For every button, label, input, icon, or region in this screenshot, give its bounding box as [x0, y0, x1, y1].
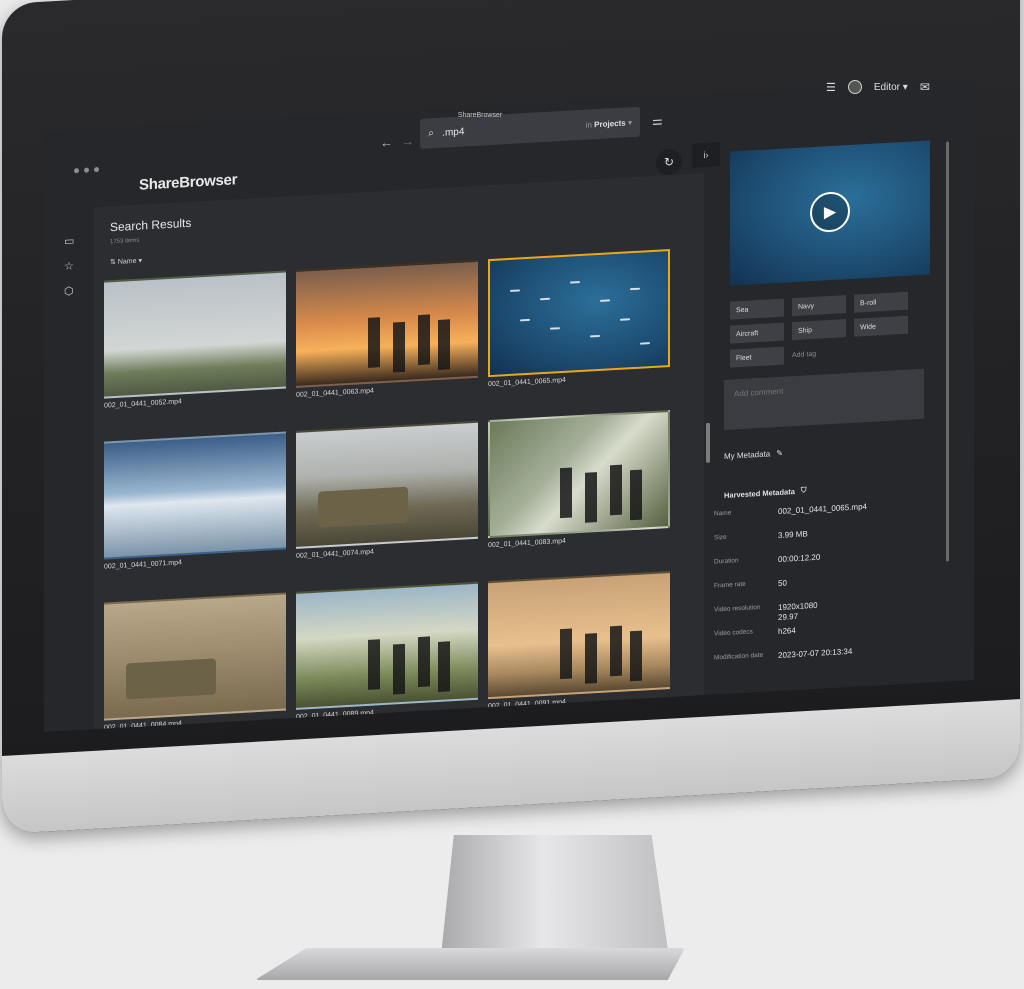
result-card[interactable]: 002_01_0441_0083.mp4: [488, 410, 670, 549]
tag-chip[interactable]: Wide: [854, 315, 908, 337]
tag-chip[interactable]: Navy: [792, 295, 846, 317]
list-view-icon[interactable]: ☰: [826, 81, 836, 94]
video-thumbnail[interactable]: [488, 410, 670, 539]
video-thumbnail[interactable]: [296, 581, 478, 710]
sort-label: Name: [117, 257, 137, 266]
my-metadata-header: My Metadata ✎: [724, 449, 783, 461]
result-card[interactable]: 002_01_0441_0065.mp4: [488, 249, 670, 388]
harvested-metadata-label: Harvested Metadata: [724, 486, 795, 500]
results-scrollbar[interactable]: [706, 422, 710, 463]
metadata-table: Name 002_01_0441_0065.mp4 Size 3.99 MB Durat…: [714, 499, 924, 679]
avatar[interactable]: [847, 80, 862, 94]
video-thumbnail[interactable]: [296, 420, 478, 549]
monitor-stand-neck: [440, 835, 670, 965]
refresh-button[interactable]: ↻: [656, 148, 682, 176]
tag-chip[interactable]: B-roll: [854, 291, 908, 313]
scope-label: Projects: [594, 117, 626, 129]
user-menu[interactable]: Editor ▾: [874, 82, 908, 93]
video-thumbnail[interactable]: [488, 249, 670, 378]
mail-icon[interactable]: ✉: [920, 80, 930, 94]
result-card[interactable]: 002_01_0441_0074.mp4: [296, 420, 478, 560]
maximize-dot[interactable]: [94, 166, 99, 173]
metadata-value: 3.99 MB: [778, 529, 808, 540]
video-thumbnail[interactable]: [296, 259, 478, 388]
back-arrow-icon[interactable]: ←: [380, 134, 393, 150]
edit-pencil-icon[interactable]: ✎: [776, 449, 783, 458]
scope-prefix: in: [585, 119, 592, 130]
tag-chip[interactable]: Sea: [730, 298, 784, 320]
results-panel: Search Results 1753 items ⇅ Name ▾ 002_0…: [94, 173, 710, 732]
result-card[interactable]: 002_01_0441_0071.mp4: [104, 431, 286, 571]
chevron-down-icon: ▾: [627, 117, 632, 127]
detail-scrollbar[interactable]: [946, 141, 949, 562]
search-scope[interactable]: in Projects ▾: [586, 118, 632, 130]
thumbnail-grid: 002_01_0441_0052.mp4 002_01_0441_0063.mp4…: [104, 249, 674, 732]
metadata-key: Name: [714, 509, 732, 518]
video-thumbnail[interactable]: [104, 270, 286, 399]
webcam: [478, 120, 484, 126]
result-card[interactable]: 002_01_0441_0052.mp4: [104, 270, 286, 410]
window-title: ShareBrowser: [457, 112, 503, 119]
forward-arrow-icon[interactable]: →: [401, 133, 414, 149]
detail-panel: ▶ Sea Navy B-roll Aircraft Ship Wide Fleet Add …: [714, 129, 954, 694]
video-thumbnail[interactable]: [488, 571, 670, 700]
add-tag-input[interactable]: Add tag: [792, 343, 846, 364]
metadata-value: 00:00:12.20: [778, 552, 821, 564]
close-dot[interactable]: [74, 168, 79, 174]
refresh-icon: ↻: [663, 154, 675, 170]
page-title: Search Results: [110, 215, 192, 235]
metadata-value: 50: [778, 578, 787, 588]
top-right-toolbar: ☰ Editor ▾ ✉: [826, 80, 930, 94]
search-input[interactable]: [442, 121, 553, 139]
sort-control[interactable]: ⇅ Name ▾: [110, 257, 142, 267]
result-card[interactable]: 002_01_0441_0063.mp4: [296, 259, 478, 399]
app-logo: ShareBrowser: [139, 171, 238, 194]
video-thumbnail[interactable]: [104, 431, 286, 560]
video-thumbnail[interactable]: [104, 592, 286, 721]
sidebar: ▭ ☆ ⬡: [64, 234, 84, 298]
harvested-metadata-header: Harvested Metadata ⛉: [724, 485, 807, 500]
play-icon: ▶: [823, 203, 837, 222]
tag-chip[interactable]: Fleet: [730, 346, 784, 368]
star-icon[interactable]: ☆: [64, 259, 84, 273]
cube-icon[interactable]: ⬡: [64, 284, 84, 298]
chevron-down-icon: ▾: [902, 81, 908, 93]
drive-icon[interactable]: ▭: [64, 234, 84, 248]
metadata-value: 1920x1080 29.97: [778, 600, 818, 623]
video-preview[interactable]: ▶: [730, 140, 930, 286]
monitor-stand-base: [255, 948, 685, 980]
result-card[interactable]: 002_01_0441_0084.mp4: [104, 592, 286, 732]
info-panel-toggle[interactable]: i›: [692, 142, 720, 168]
info-chevron-icon: i›: [703, 149, 709, 161]
window-controls: [74, 166, 99, 174]
sort-icon: ⇅: [110, 258, 116, 267]
my-metadata-label: My Metadata: [724, 449, 771, 461]
tag-chip[interactable]: Ship: [792, 319, 846, 341]
result-card[interactable]: 002_01_0441_0089.mp4: [296, 581, 478, 721]
result-count: 1753 items: [110, 237, 140, 246]
play-button[interactable]: ▶: [810, 190, 850, 234]
chevron-down-icon: ▾: [138, 257, 142, 265]
tag-list: Sea Navy B-roll Aircraft Ship Wide Fleet Add ta…: [730, 290, 930, 368]
comment-field[interactable]: [724, 368, 924, 430]
tag-chip[interactable]: Aircraft: [730, 322, 784, 344]
filter-icon[interactable]: ⛉: [801, 485, 807, 495]
user-name: Editor: [873, 81, 900, 93]
metadata-value: 002_01_0441_0065.mp4: [778, 501, 867, 516]
history-nav: ← →: [380, 133, 414, 150]
search-icon: ⌕: [428, 126, 435, 140]
minimize-dot[interactable]: [84, 167, 89, 173]
result-card[interactable]: 002_01_0441_0091.mp4: [488, 571, 670, 710]
metadata-value: h264: [778, 625, 796, 636]
app-window: ShareBrowser ← → ⌕ in Projects ▾ ⚌ ↻ i› …: [44, 80, 974, 732]
